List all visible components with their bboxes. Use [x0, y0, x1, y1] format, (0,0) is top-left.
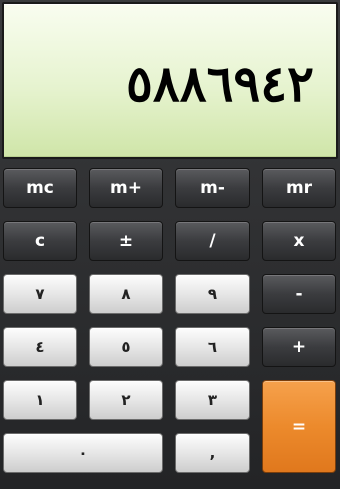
- equals-button[interactable]: =: [262, 380, 336, 473]
- display-value: ٥٨٨٦٩٤٢: [126, 54, 314, 113]
- memory-recall-button[interactable]: mr: [262, 168, 336, 208]
- sign-toggle-button[interactable]: ±: [89, 221, 163, 261]
- clear-button[interactable]: c: [3, 221, 77, 261]
- memory-clear-button[interactable]: mc: [3, 168, 77, 208]
- digit-6-button[interactable]: ٦: [175, 327, 250, 367]
- multiply-button[interactable]: x: [262, 221, 336, 261]
- memory-add-button[interactable]: m+: [89, 168, 163, 208]
- divide-button[interactable]: /: [175, 221, 250, 261]
- digit-4-button[interactable]: ٤: [3, 327, 77, 367]
- minus-button[interactable]: -: [262, 274, 336, 314]
- display-panel: ٥٨٨٦٩٤٢: [2, 2, 338, 159]
- decimal-button[interactable]: ,: [175, 433, 250, 473]
- plus-button[interactable]: +: [262, 327, 336, 367]
- digit-3-button[interactable]: ٣: [175, 380, 250, 420]
- digit-5-button[interactable]: ٥: [89, 327, 163, 367]
- digit-0-button[interactable]: ٠: [3, 433, 163, 473]
- memory-subtract-button[interactable]: m-: [175, 168, 250, 208]
- digit-2-button[interactable]: ٢: [89, 380, 163, 420]
- digit-9-button[interactable]: ٩: [175, 274, 250, 314]
- calculator: ٥٨٨٦٩٤٢ mc m+ m- mr c ± / x ٧ ٨ ٩ - ٤ ٥ …: [0, 0, 340, 489]
- digit-7-button[interactable]: ٧: [3, 274, 77, 314]
- digit-8-button[interactable]: ٨: [89, 274, 163, 314]
- digit-1-button[interactable]: ١: [3, 380, 77, 420]
